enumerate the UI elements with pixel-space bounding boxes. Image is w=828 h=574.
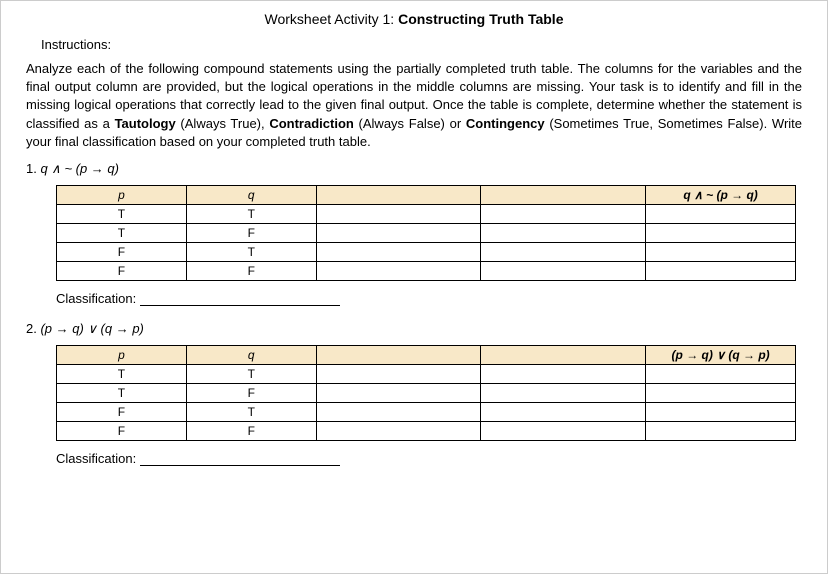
- cell-mid2: [481, 383, 646, 402]
- cell-final: [646, 204, 796, 223]
- blank-line: [140, 305, 340, 306]
- instructions-tautology: Tautology: [115, 116, 176, 131]
- instructions-text: Analyze each of the following compound s…: [26, 60, 802, 151]
- cell-p: T: [57, 204, 187, 223]
- problem-2-number: 2.: [26, 321, 40, 336]
- cell-p: T: [57, 383, 187, 402]
- cell-q: T: [186, 204, 316, 223]
- problem-1: 1. q ∧ ~ (p → q) p q q ∧ ~ (p → q) T T T…: [26, 161, 802, 306]
- cell-p: F: [57, 421, 187, 440]
- cell-q: F: [186, 383, 316, 402]
- table-row: F F: [57, 421, 796, 440]
- header-mid2: [481, 185, 646, 204]
- title-prefix: Worksheet Activity 1:: [265, 11, 399, 27]
- header-mid1: [316, 185, 481, 204]
- cell-final: [646, 364, 796, 383]
- problem-1-number: 1.: [26, 161, 40, 176]
- cell-mid2: [481, 223, 646, 242]
- cell-p: T: [57, 364, 187, 383]
- cell-final: [646, 421, 796, 440]
- cell-q: F: [186, 421, 316, 440]
- header-mid1: [316, 345, 481, 364]
- cell-mid1: [316, 261, 481, 280]
- problem-2: 2. (p → q) ∨ (q → p) p q (p → q) ∨ (q → …: [26, 321, 802, 466]
- cell-final: [646, 402, 796, 421]
- header-q: q: [186, 345, 316, 364]
- header-q: q: [186, 185, 316, 204]
- cell-mid2: [481, 261, 646, 280]
- cell-mid1: [316, 421, 481, 440]
- cell-mid2: [481, 242, 646, 261]
- table-header-row: p q q ∧ ~ (p → q): [57, 185, 796, 204]
- problem-2-label: 2. (p → q) ∨ (q → p): [26, 321, 802, 337]
- problem-1-expr: q ∧ ~ (p → q): [40, 161, 119, 176]
- header-final: (p → q) ∨ (q → p): [646, 345, 796, 364]
- cell-mid2: [481, 402, 646, 421]
- cell-mid2: [481, 364, 646, 383]
- cell-q: T: [186, 364, 316, 383]
- cell-q: T: [186, 242, 316, 261]
- classification-label: Classification:: [56, 451, 136, 466]
- header-mid2: [481, 345, 646, 364]
- cell-mid2: [481, 421, 646, 440]
- cell-q: F: [186, 261, 316, 280]
- cell-p: F: [57, 242, 187, 261]
- classification-1: Classification:: [56, 291, 802, 306]
- cell-mid1: [316, 383, 481, 402]
- cell-mid1: [316, 204, 481, 223]
- instructions-mid2: (Always False) or: [354, 116, 466, 131]
- cell-q: T: [186, 402, 316, 421]
- cell-p: T: [57, 223, 187, 242]
- table-header-row: p q (p → q) ∨ (q → p): [57, 345, 796, 364]
- cell-final: [646, 383, 796, 402]
- cell-final: [646, 242, 796, 261]
- instructions-contradiction: Contradiction: [269, 116, 354, 131]
- cell-final: [646, 261, 796, 280]
- cell-p: F: [57, 402, 187, 421]
- table-row: F T: [57, 402, 796, 421]
- header-p: p: [57, 185, 187, 204]
- cell-mid1: [316, 223, 481, 242]
- cell-mid1: [316, 242, 481, 261]
- blank-line: [140, 465, 340, 466]
- problem-1-label: 1. q ∧ ~ (p → q): [26, 161, 802, 177]
- truth-table-2: p q (p → q) ∨ (q → p) T T T F F T: [56, 345, 796, 441]
- header-final: q ∧ ~ (p → q): [646, 185, 796, 204]
- truth-table-1: p q q ∧ ~ (p → q) T T T F F T: [56, 185, 796, 281]
- problem-2-expr: (p → q) ∨ (q → p): [40, 321, 143, 336]
- table-row: T T: [57, 364, 796, 383]
- cell-mid2: [481, 204, 646, 223]
- worksheet-title: Worksheet Activity 1: Constructing Truth…: [11, 11, 817, 27]
- classification-label: Classification:: [56, 291, 136, 306]
- table-row: T T: [57, 204, 796, 223]
- cell-mid1: [316, 364, 481, 383]
- title-bold: Constructing Truth Table: [398, 11, 563, 27]
- instructions-label: Instructions:: [41, 37, 817, 52]
- cell-p: F: [57, 261, 187, 280]
- cell-mid1: [316, 402, 481, 421]
- table-row: F T: [57, 242, 796, 261]
- cell-final: [646, 223, 796, 242]
- instructions-contingency: Contingency: [466, 116, 545, 131]
- table-row: F F: [57, 261, 796, 280]
- header-p: p: [57, 345, 187, 364]
- table-row: T F: [57, 223, 796, 242]
- cell-q: F: [186, 223, 316, 242]
- classification-2: Classification:: [56, 451, 802, 466]
- table-row: T F: [57, 383, 796, 402]
- instructions-mid1: (Always True),: [176, 116, 270, 131]
